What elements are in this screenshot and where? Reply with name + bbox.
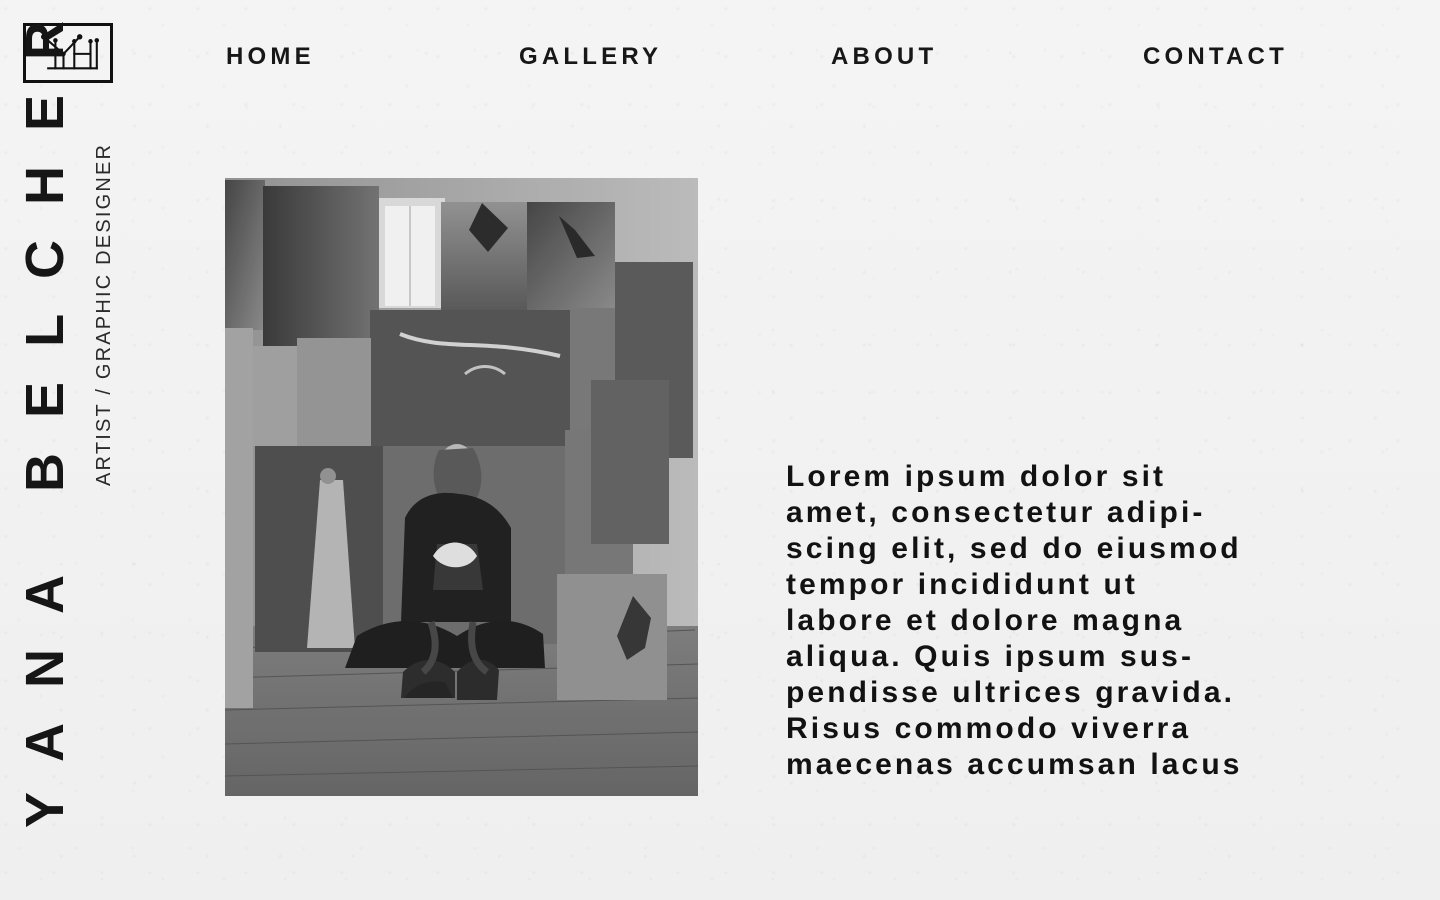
bio-line: Risus commodo viverra bbox=[786, 712, 1192, 745]
bio-line: scing elit, sed do eiusmod bbox=[786, 532, 1242, 565]
bio-line: amet, consectetur adipi- bbox=[786, 496, 1206, 529]
artist-name: YANA BELCHER bbox=[15, 0, 75, 828]
nav-gallery[interactable]: GALLERY bbox=[519, 43, 662, 71]
nav-about[interactable]: ABOUT bbox=[831, 43, 937, 71]
bio-line: labore et dolore magna bbox=[786, 604, 1185, 637]
bio-paragraph: Lorem ipsum dolor sit amet, consectetur … bbox=[786, 459, 1406, 783]
bio-line: aliqua. Quis ipsum sus- bbox=[786, 640, 1195, 673]
bio-line: maecenas accumsan lacus bbox=[786, 748, 1243, 781]
bio-line: Lorem ipsum dolor sit bbox=[786, 460, 1167, 493]
artist-photo bbox=[225, 178, 698, 796]
bio-line: tempor incididunt ut bbox=[786, 568, 1138, 601]
main-navigation: HOME GALLERY ABOUT CONTACT bbox=[0, 43, 1440, 73]
studio-photo-illustration bbox=[225, 178, 698, 796]
nav-contact[interactable]: CONTACT bbox=[1143, 43, 1288, 71]
bio-line: pendisse ultrices gravida. bbox=[786, 676, 1236, 709]
artist-role: ARTIST / GRAPHIC DESIGNER bbox=[93, 142, 115, 486]
nav-home[interactable]: HOME bbox=[226, 43, 315, 71]
